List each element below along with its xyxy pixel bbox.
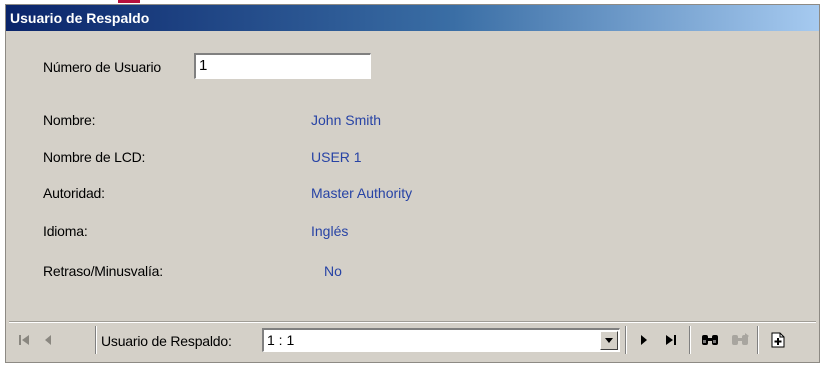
name-value: John Smith	[311, 112, 382, 128]
last-record-icon	[666, 335, 676, 345]
next-record-button[interactable]	[633, 326, 655, 354]
toolbar-separator	[757, 326, 759, 354]
lcd-name-label: Nombre de LCD:	[43, 149, 146, 165]
last-record-button[interactable]	[659, 326, 685, 354]
language-value: Inglés	[311, 223, 349, 239]
new-record-button[interactable]	[765, 326, 791, 354]
accent-mark	[118, 0, 140, 3]
new-record-icon	[771, 332, 785, 348]
previous-record-icon	[45, 335, 51, 345]
record-position-text: 1 : 1	[267, 332, 295, 348]
delay-label: Retraso/Minusvalía:	[43, 263, 163, 279]
record-label: Usuario de Respaldo:	[101, 333, 232, 349]
record-navigator: Usuario de Respaldo: 1 : 1	[9, 322, 816, 356]
lcd-name-value: USER 1	[311, 149, 362, 165]
dropdown-arrow-icon	[605, 338, 613, 343]
toolbar-separator	[625, 326, 627, 354]
record-dropdown-button[interactable]	[600, 331, 618, 350]
user-number-input[interactable]: 1	[194, 53, 371, 79]
language-label: Idioma:	[43, 223, 88, 239]
first-record-button[interactable]	[13, 326, 35, 354]
authority-label: Autoridad:	[43, 185, 105, 201]
find-icon	[702, 335, 718, 345]
find-next-button[interactable]	[727, 326, 753, 354]
backup-user-window: Usuario de Respaldo Número de Usuario 1 …	[5, 4, 820, 363]
first-record-icon	[19, 335, 29, 345]
window-title: Usuario de Respaldo	[6, 5, 819, 31]
find-next-icon	[732, 333, 749, 345]
user-number-label: Número de Usuario	[43, 59, 161, 75]
toolbar-separator	[95, 326, 97, 354]
previous-record-button[interactable]	[37, 326, 59, 354]
toolbar-separator	[689, 326, 691, 354]
next-record-icon	[641, 335, 647, 345]
authority-value: Master Authority	[311, 185, 413, 201]
delay-value: No	[324, 263, 342, 279]
record-selector[interactable]: 1 : 1	[262, 328, 620, 352]
name-label: Nombre:	[43, 112, 96, 128]
find-button[interactable]	[697, 326, 723, 354]
